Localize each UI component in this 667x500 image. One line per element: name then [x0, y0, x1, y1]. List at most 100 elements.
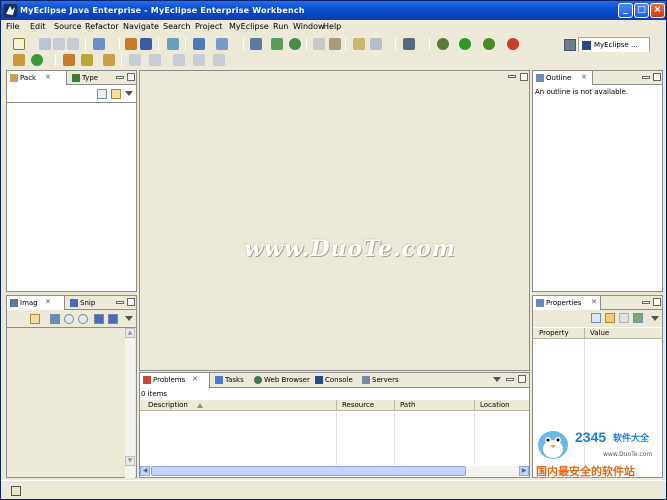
menu-project[interactable]: Project — [195, 22, 222, 31]
pen-icon[interactable] — [81, 54, 93, 66]
column-path[interactable]: Path — [400, 401, 415, 409]
class-new-icon[interactable] — [140, 38, 152, 50]
server-icon[interactable] — [93, 38, 105, 50]
menu-refactor[interactable]: Refactor — [85, 22, 119, 31]
menu-navigate[interactable]: Navigate — [123, 22, 159, 31]
view-menu-icon[interactable] — [651, 315, 659, 323]
globe-icon[interactable] — [289, 38, 301, 50]
scroll-right-button[interactable]: ▶ — [519, 466, 529, 476]
next-annotation-icon[interactable] — [149, 54, 161, 66]
tab-console[interactable]: Console — [312, 373, 358, 387]
link-editor-icon[interactable] — [111, 89, 121, 99]
menu-help[interactable]: Help — [323, 22, 341, 31]
minimize-editor-icon[interactable] — [508, 75, 516, 78]
tab-servers[interactable]: Servers — [359, 373, 403, 387]
close-button[interactable]: × — [650, 3, 665, 18]
perspective-switcher[interactable]: MyEclipse ... — [578, 37, 650, 53]
column-description[interactable]: Description — [148, 401, 188, 409]
package-new-icon[interactable] — [125, 38, 137, 50]
menu-file[interactable]: File — [6, 22, 19, 31]
annotation-icon[interactable] — [129, 54, 141, 66]
filter-icon[interactable] — [605, 313, 615, 323]
zoom-out-icon[interactable] — [64, 314, 74, 324]
last-edit-icon[interactable] — [213, 54, 225, 66]
print-icon[interactable] — [67, 38, 79, 50]
link-icon[interactable] — [30, 314, 40, 324]
restore-default-icon[interactable] — [633, 313, 643, 323]
scroll-left-button[interactable]: ◀ — [140, 466, 150, 476]
view-menu-icon[interactable] — [493, 376, 501, 384]
maximize-editor-icon[interactable] — [520, 73, 528, 81]
minimize-view-icon[interactable] — [506, 378, 514, 381]
minimize-view-icon[interactable] — [642, 76, 650, 79]
refresh-icon[interactable] — [31, 54, 43, 66]
column-resource[interactable]: Resource — [342, 401, 374, 409]
web-project-icon[interactable] — [193, 38, 205, 50]
column-value[interactable]: Value — [590, 329, 609, 337]
close-tab-icon[interactable]: ✕ — [581, 73, 587, 81]
view-menu-icon[interactable] — [125, 315, 133, 323]
editor-area[interactable]: www.DuoTe.com — [139, 70, 530, 371]
categories-icon[interactable] — [591, 313, 601, 323]
ui-designer-icon[interactable] — [370, 38, 382, 50]
advanced-icon[interactable] — [619, 313, 629, 323]
maximize-view-icon[interactable] — [127, 298, 135, 306]
close-tab-icon[interactable]: ✕ — [45, 73, 51, 81]
tab-outline[interactable]: Outline ✕ — [533, 71, 593, 85]
deploy-icon[interactable] — [167, 38, 179, 50]
tab-imag[interactable]: Imag ✕ — [7, 296, 65, 310]
open-type-icon[interactable] — [13, 54, 25, 66]
save-all-icon[interactable] — [53, 38, 65, 50]
column-property[interactable]: Property — [539, 329, 569, 337]
minimize-view-icon[interactable] — [642, 301, 650, 304]
image-vertical-scrollbar[interactable]: ▲ ▼ — [125, 328, 135, 478]
tab-tasks[interactable]: Tasks — [212, 373, 250, 387]
camera-icon[interactable] — [403, 38, 415, 50]
close-tab-icon[interactable]: ✕ — [591, 298, 597, 306]
debug-icon[interactable] — [483, 38, 495, 50]
problems-horizontal-scrollbar[interactable]: ◀ ▶ — [140, 466, 529, 476]
spring-icon[interactable] — [271, 38, 283, 50]
open-folder-icon[interactable] — [63, 54, 75, 66]
title-bar[interactable]: MyEclipse Java Enterprise - MyEclipse En… — [1, 1, 666, 20]
tab-web-browser[interactable]: Web Browser — [251, 373, 311, 387]
minimize-button[interactable]: _ — [618, 3, 633, 18]
maximize-view-icon[interactable] — [518, 375, 526, 383]
scroll-thumb[interactable] — [151, 466, 466, 476]
close-tab-icon[interactable]: ✕ — [192, 375, 198, 383]
close-tab-icon[interactable]: ✕ — [45, 298, 51, 306]
minimize-view-icon[interactable] — [116, 76, 124, 79]
run-icon[interactable] — [459, 38, 471, 50]
save-icon[interactable] — [39, 38, 51, 50]
tab-type[interactable]: Type — [69, 71, 109, 85]
ejb-project-icon[interactable] — [216, 38, 228, 50]
tab-pack[interactable]: Pack ✕ — [7, 71, 67, 85]
zoom-in-icon[interactable] — [78, 314, 88, 324]
gear-icon[interactable] — [437, 38, 449, 50]
maximize-view-icon[interactable] — [127, 73, 135, 81]
menu-window[interactable]: Window — [293, 22, 325, 31]
back-icon[interactable] — [173, 54, 185, 66]
fit-image-icon[interactable] — [50, 314, 60, 324]
image-editor-icon[interactable] — [353, 38, 365, 50]
menu-source[interactable]: Source — [54, 22, 81, 31]
cut-icon[interactable] — [313, 38, 325, 50]
fit-window-icon[interactable] — [108, 314, 118, 324]
scroll-down-button[interactable]: ▼ — [125, 456, 135, 466]
menu-search[interactable]: Search — [163, 22, 190, 31]
column-location[interactable]: Location — [480, 401, 510, 409]
tab-problems[interactable]: Problems ✕ — [140, 373, 210, 388]
forward-icon[interactable] — [193, 54, 205, 66]
menu-myeclipse[interactable]: MyEclipse — [229, 22, 269, 31]
minimize-view-icon[interactable] — [116, 301, 124, 304]
search-icon[interactable] — [103, 54, 115, 66]
fast-view-icon[interactable] — [11, 486, 21, 496]
menu-run[interactable]: Run — [273, 22, 288, 31]
external-tools-icon[interactable] — [507, 38, 519, 50]
actual-size-icon[interactable] — [94, 314, 104, 324]
tab-properties[interactable]: Properties ✕ — [533, 296, 601, 310]
maximize-view-icon[interactable] — [653, 298, 661, 306]
open-perspective-icon[interactable] — [564, 39, 576, 51]
maximize-button[interactable]: □ — [634, 3, 649, 18]
maximize-view-icon[interactable] — [653, 73, 661, 81]
